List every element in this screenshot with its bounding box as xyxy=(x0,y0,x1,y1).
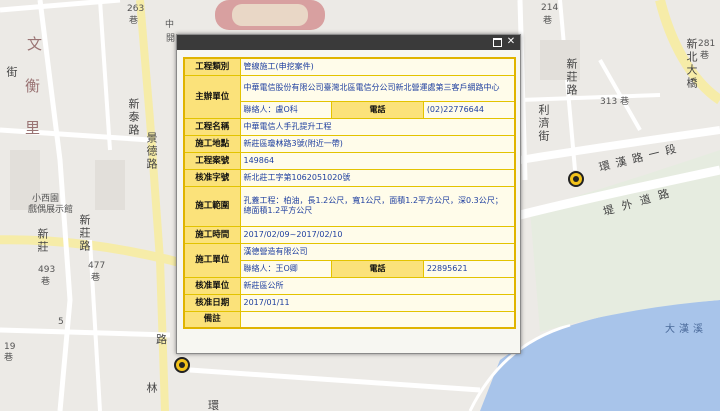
map-label-kai: 開 xyxy=(166,34,176,44)
row-name: 工程名稱 中華電信人手孔提升工程 xyxy=(183,117,516,136)
owner-contact-label: 聯絡人： xyxy=(243,104,276,114)
label-owner: 主辦單位 xyxy=(183,74,241,119)
contractor-contact-value: 王O卿 xyxy=(275,263,298,273)
value-owner: 中華電信股份有限公司臺灣北區電信分公司新北營運處第三客戶網路中心 xyxy=(239,74,516,102)
map-label-214: 214 xyxy=(541,3,559,13)
value-approver: 新莊區公所 xyxy=(239,276,516,295)
row-owner: 主辦單位 中華電信股份有限公司臺灣北區電信分公司新北營運處第三客戶網路中心 xyxy=(183,74,516,119)
map-label-xinbei-ave: 新北大橋 xyxy=(685,38,698,90)
contractor-phone-label: 電話 xyxy=(331,259,424,278)
map-label-lin-road: 林 xyxy=(145,382,158,395)
map-label-xiang-ll: 巷 xyxy=(4,353,14,363)
map-label-xiang-281: 巷 xyxy=(700,51,710,61)
label-permit: 核准字號 xyxy=(183,168,241,187)
popup-body: 工程類別 管線施工(申挖案件) 主辦單位 中華電信股份有限公司臺灣北區電信分公司… xyxy=(183,57,516,347)
map-label-zhong: 中 xyxy=(165,20,175,30)
map-label-guiguan: 戲偶展示館 xyxy=(28,205,74,215)
owner-contact-value: 盧O科 xyxy=(275,104,298,114)
map-label-xiaoxiguan: 小西園 xyxy=(32,194,60,204)
value-scope: 孔蓋工程：柏油，長1.2公尺，寬1公尺，面積1.2平方公尺，深0.3公尺； 總面… xyxy=(239,185,516,227)
value-case-no: 149864 xyxy=(239,151,516,170)
row-case-no: 工程案號 149864 xyxy=(183,151,516,170)
map-label-477: 477 xyxy=(88,261,106,271)
label-remark: 備註 xyxy=(183,310,241,329)
map-label-xinzhuang-top: 新莊路 xyxy=(565,58,578,97)
row-scope: 施工範圍 孔蓋工程：柏油，長1.2公尺，寬1公尺，面積1.2平方公尺，深0.3公… xyxy=(183,185,516,227)
map-label-zhu: 路 xyxy=(156,333,167,346)
label-type: 工程類別 xyxy=(183,57,241,76)
value-permit: 新北莊工字第1062051020號 xyxy=(239,168,516,187)
value-contractor: 漢德營造有限公司 xyxy=(239,242,516,261)
contractor-phone-value: 22895621 xyxy=(422,259,516,278)
info-popup: ✕ 工程類別 管線施工(申挖案件) 主辦單位 中華電信股份有限公司臺灣北區電信分… xyxy=(176,34,521,354)
row-period: 施工時間 2017/02/09~2017/02/10 xyxy=(183,225,516,244)
value-type: 管線施工(申挖案件) xyxy=(239,57,516,76)
label-case-no: 工程案號 xyxy=(183,151,241,170)
row-approve-date: 核准日期 2017/01/11 xyxy=(183,293,516,312)
map-label-281: 281 xyxy=(698,39,716,49)
map-label-xiang-l3: 巷 xyxy=(91,273,101,283)
map-label-xinfu-road: 新莊 xyxy=(36,228,49,254)
row-type: 工程類別 管線施工(申挖案件) xyxy=(183,57,516,76)
label-period: 施工時間 xyxy=(183,225,241,244)
map-label-493: 493 xyxy=(38,265,56,275)
owner-contact: 聯絡人：盧O科 xyxy=(239,100,333,119)
contractor-contact: 聯絡人：王O卿 xyxy=(239,259,333,278)
map-label-xiang-b: 巷 xyxy=(543,16,553,26)
row-location: 施工地點 新莊區瓊林路3號(附近一帶) xyxy=(183,134,516,153)
map-label-heng: 衡 xyxy=(25,77,41,95)
value-period: 2017/02/09~2017/02/10 xyxy=(239,225,516,244)
construction-info-table: 工程類別 管線施工(申挖案件) 主辦單位 中華電信股份有限公司臺灣北區電信分公司… xyxy=(183,57,516,329)
row-permit: 核准字號 新北莊工字第1062051020號 xyxy=(183,168,516,187)
map-label-li: 里 xyxy=(25,119,41,137)
contractor-contact-label: 聯絡人： xyxy=(243,263,276,273)
scope-line-2: 總面積1.2平方公尺 xyxy=(243,206,313,215)
popup-titlebar[interactable]: ✕ xyxy=(177,35,520,50)
map-label-lijiwei: 利濟街 xyxy=(537,104,550,143)
row-contractor: 施工單位 漢德營造有限公司 xyxy=(183,242,516,278)
close-icon[interactable]: ✕ xyxy=(505,36,517,48)
label-approve-date: 核准日期 xyxy=(183,293,241,312)
map-label-xinzhuang-left: 新莊路 xyxy=(78,214,91,253)
map-label-xiang-l2: 巷 xyxy=(41,277,51,287)
maximize-icon[interactable] xyxy=(491,36,503,48)
label-scope: 施工範圍 xyxy=(183,185,241,227)
map-label-263: 263 xyxy=(127,4,145,14)
map-label-huan: 環 xyxy=(208,399,219,411)
value-name: 中華電信人手孔提升工程 xyxy=(239,117,516,136)
row-approver: 核准單位 新莊區公所 xyxy=(183,276,516,295)
owner-phone-value: (02)22776644 xyxy=(422,100,516,119)
construction-marker-icon[interactable] xyxy=(174,357,190,373)
value-approve-date: 2017/01/11 xyxy=(239,293,516,312)
map-label-jingde-road: 景德路 xyxy=(145,132,158,171)
scope-line-1: 孔蓋工程：柏油，長1.2公尺，寬1公尺，面積1.2平方公尺，深0.3公尺； xyxy=(243,196,503,205)
map-label-xiang-a: 巷 xyxy=(129,16,139,26)
map-label-jie-left: 街 xyxy=(5,66,18,79)
map-label-dahan-creek: 大漢溪 xyxy=(665,324,707,335)
construction-marker-icon[interactable] xyxy=(568,171,584,187)
owner-phone-label: 電話 xyxy=(331,100,424,119)
label-contractor: 施工單位 xyxy=(183,242,241,278)
map-label-xiang-313: 巷 xyxy=(620,97,630,107)
map-label-5: 5 xyxy=(58,317,64,327)
map-label-313: 313 xyxy=(600,97,618,107)
label-name: 工程名稱 xyxy=(183,117,241,136)
label-approver: 核准單位 xyxy=(183,276,241,295)
row-remark: 備註 xyxy=(183,310,516,329)
label-location: 施工地點 xyxy=(183,134,241,153)
map-label-wen: 文 xyxy=(25,36,43,53)
map-label-19: 19 xyxy=(4,342,16,352)
value-remark xyxy=(239,310,516,329)
map-label-xintai-road: 新泰路 xyxy=(127,98,140,137)
value-location: 新莊區瓊林路3號(附近一帶) xyxy=(239,134,516,153)
